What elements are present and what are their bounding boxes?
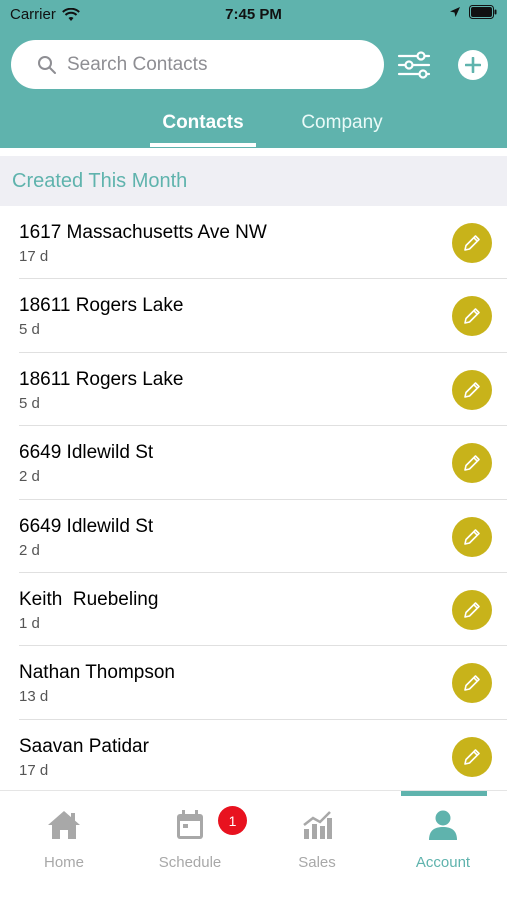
filter-button[interactable] bbox=[396, 48, 432, 82]
tab-bar-sales[interactable]: Sales bbox=[262, 809, 372, 871]
contact-name: Saavan Patidar bbox=[19, 735, 149, 757]
pencil-icon bbox=[464, 528, 480, 545]
contact-name: Nathan Thompson bbox=[19, 662, 175, 684]
edit-button[interactable] bbox=[452, 369, 492, 410]
battery-icon bbox=[469, 5, 497, 19]
tab-bar-schedule-label: Schedule bbox=[158, 854, 222, 871]
status-right bbox=[449, 5, 497, 19]
pencil-icon bbox=[464, 235, 480, 251]
tab-bar-account-label: Account bbox=[415, 854, 471, 871]
contact-age: 1 d bbox=[19, 614, 40, 632]
pencil-icon bbox=[464, 602, 480, 618]
section-header: Created This Month bbox=[0, 156, 507, 206]
list-item[interactable]: Nathan Thompson 13 d bbox=[0, 646, 507, 720]
tab-bar-account[interactable]: Account bbox=[388, 809, 498, 871]
status-time: 7:45 PM bbox=[225, 6, 282, 23]
list-item[interactable]: 18611 Rogers Lake 5 d bbox=[0, 279, 507, 353]
pencil-icon bbox=[464, 308, 480, 325]
contact-age: 13 d bbox=[19, 688, 49, 706]
edit-button[interactable] bbox=[452, 296, 492, 337]
edit-button[interactable] bbox=[452, 736, 492, 777]
pencil-icon bbox=[464, 748, 480, 765]
contact-name: 6649 Idlewild St bbox=[19, 442, 154, 464]
search-placeholder: Search Contacts bbox=[67, 53, 208, 75]
add-contact-button[interactable] bbox=[458, 50, 488, 80]
edit-button[interactable] bbox=[452, 663, 492, 704]
contact-age: 5 d bbox=[19, 321, 40, 339]
tab-bar-home-label: Home bbox=[43, 854, 84, 871]
pencil-icon bbox=[464, 455, 480, 471]
location-arrow-icon bbox=[450, 7, 460, 17]
contact-age: 17 d bbox=[19, 761, 49, 779]
header: Carrier 7:45 PM Search Contacts Contacts… bbox=[0, 0, 507, 148]
home-icon bbox=[48, 811, 80, 839]
list-item[interactable]: 1617 Massachusetts Ave NW 17 d bbox=[0, 206, 507, 280]
user-icon bbox=[429, 810, 457, 840]
contact-age: 5 d bbox=[19, 394, 40, 412]
tab-bar: Home Schedule Sales Account bbox=[0, 790, 507, 900]
pencil-icon bbox=[464, 675, 480, 692]
list-item[interactable]: 18611 Rogers Lake 5 d bbox=[0, 353, 507, 427]
search-icon bbox=[38, 55, 56, 74]
tab-company[interactable]: Company bbox=[290, 112, 394, 148]
tab-bar-sales-label: Sales bbox=[298, 854, 336, 871]
contact-name: 18611 Rogers Lake bbox=[19, 295, 184, 317]
contact-name: 6649 Idlewild St bbox=[19, 515, 154, 537]
contact-name: 1617 Massachusetts Ave NW bbox=[19, 222, 267, 243]
schedule-badge: 1 bbox=[218, 806, 247, 835]
contact-name: 18611 Rogers Lake bbox=[19, 368, 184, 390]
list-item[interactable]: Saavan Patidar 17 d bbox=[0, 720, 507, 793]
edit-button[interactable] bbox=[452, 589, 492, 630]
sliders-icon bbox=[397, 51, 431, 79]
list-item[interactable]: Keith Ruebeling 1 d bbox=[0, 573, 507, 647]
status-bar: Carrier 7:45 PM bbox=[0, 0, 507, 28]
contact-name: Keith Ruebeling bbox=[19, 588, 159, 610]
list-item[interactable]: 6649 Idlewild St 2 d bbox=[0, 500, 507, 573]
list-item[interactable]: 6649 Idlewild St 2 d bbox=[0, 426, 507, 500]
edit-button[interactable] bbox=[452, 516, 492, 557]
pencil-icon bbox=[464, 381, 480, 398]
chart-icon bbox=[303, 811, 332, 839]
calendar-icon bbox=[177, 810, 203, 839]
tab-bar-home[interactable]: Home bbox=[9, 809, 119, 871]
edit-button[interactable] bbox=[452, 223, 492, 263]
search-input[interactable]: Search Contacts bbox=[11, 40, 384, 89]
active-tab-indicator bbox=[150, 143, 256, 147]
contact-age: 2 d bbox=[19, 468, 40, 486]
plus-icon bbox=[465, 57, 481, 73]
contact-age: 2 d bbox=[19, 541, 40, 559]
contact-age: 17 d bbox=[19, 248, 49, 265]
section-title: Created This Month bbox=[12, 169, 188, 192]
contact-list: 1617 Massachusetts Ave NW 17 d 18611 Rog… bbox=[0, 206, 507, 793]
tab-bar-active-indicator bbox=[401, 791, 487, 796]
edit-button[interactable] bbox=[452, 443, 492, 484]
